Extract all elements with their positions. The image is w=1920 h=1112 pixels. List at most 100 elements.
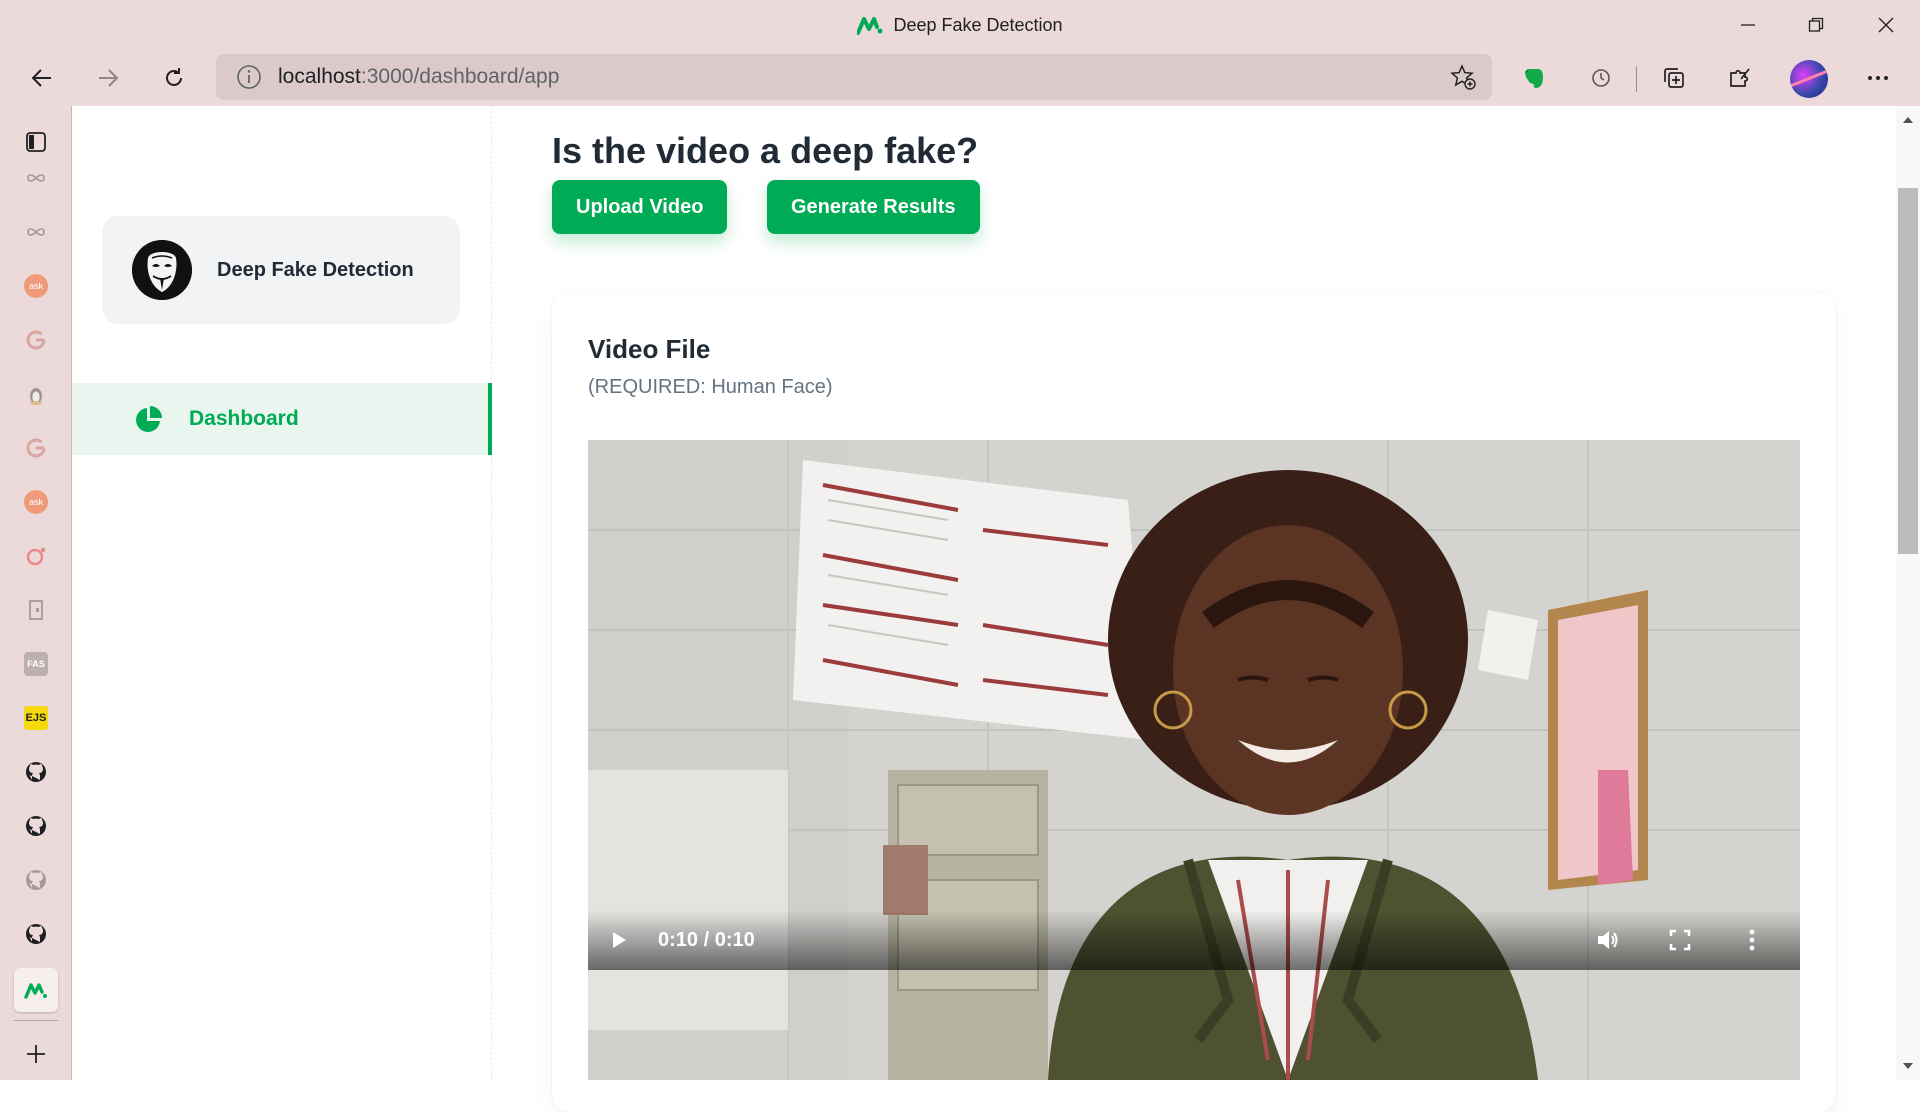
account-name: Deep Fake Detection bbox=[217, 258, 414, 281]
sidebar-tab-ejs[interactable]: EJS bbox=[14, 696, 58, 740]
favorites-add-icon[interactable] bbox=[1450, 64, 1476, 90]
github-icon bbox=[26, 816, 46, 836]
askfm-icon: ask bbox=[24, 490, 48, 514]
sidebar-tab-google[interactable] bbox=[14, 318, 58, 362]
restore-icon bbox=[1808, 17, 1824, 32]
forward-button[interactable] bbox=[88, 58, 128, 98]
extensions-button[interactable] bbox=[1724, 62, 1756, 94]
sidebar-tab-active-app[interactable] bbox=[14, 968, 58, 1012]
fullscreen-button[interactable] bbox=[1660, 920, 1700, 960]
sidebar-tab-linux[interactable] bbox=[14, 372, 58, 416]
collections-button[interactable] bbox=[1658, 62, 1690, 94]
card-subtitle: (REQUIRED: Human Face) bbox=[588, 376, 833, 398]
more-icon bbox=[1868, 76, 1888, 80]
ejs-icon: EJS bbox=[24, 706, 48, 730]
history-icon bbox=[1592, 69, 1610, 87]
account-avatar bbox=[132, 240, 192, 300]
card-title: Video File bbox=[588, 334, 711, 364]
nav-item-dashboard[interactable]: Dashboard bbox=[72, 383, 492, 455]
askfm-icon: ask bbox=[24, 274, 48, 298]
profile-avatar[interactable] bbox=[1790, 60, 1828, 98]
upload-video-button[interactable]: Upload Video bbox=[552, 180, 728, 234]
sidebar-tab-github-4[interactable] bbox=[14, 912, 58, 956]
minimize-icon bbox=[1741, 24, 1755, 26]
back-button[interactable] bbox=[22, 58, 62, 98]
mask-icon bbox=[132, 240, 192, 300]
collections-icon bbox=[1664, 68, 1684, 88]
sidebar-tab-document[interactable] bbox=[14, 588, 58, 632]
video-card: Video File (REQUIRED: Human Face) 0:10 /… bbox=[552, 292, 1836, 1112]
pie-chart-icon bbox=[136, 406, 162, 432]
github-icon bbox=[26, 762, 46, 782]
app-logo-icon bbox=[857, 17, 883, 35]
account-card[interactable]: Deep Fake Detection bbox=[102, 216, 460, 324]
evernote-icon bbox=[1525, 69, 1543, 88]
window-title-text: Deep Fake Detection bbox=[893, 14, 1063, 35]
opera-icon bbox=[26, 547, 46, 566]
more-button[interactable] bbox=[1862, 62, 1894, 94]
play-button[interactable] bbox=[598, 920, 638, 960]
more-vert-icon bbox=[1749, 929, 1755, 951]
chatgpt-icon bbox=[27, 174, 45, 182]
window-title: Deep Fake Detection bbox=[0, 0, 1920, 50]
sidebar-tab-opera[interactable] bbox=[14, 534, 58, 578]
browser-toolbar: localhost:3000/dashboard/app bbox=[0, 50, 1920, 106]
video-time: 0:10 / 0:10 bbox=[658, 928, 755, 951]
evernote-button[interactable] bbox=[1518, 62, 1550, 94]
google-icon bbox=[26, 438, 46, 458]
github-icon bbox=[26, 924, 46, 944]
sidebar-tab-chatgpt[interactable] bbox=[14, 156, 58, 200]
sidebar-separator bbox=[14, 1020, 58, 1021]
address-bar[interactable]: localhost:3000/dashboard/app bbox=[216, 54, 1492, 100]
page-scrollbar[interactable] bbox=[1896, 106, 1920, 1080]
sidebar-tab-askfm-2[interactable]: ask bbox=[14, 480, 58, 524]
scroll-up-icon[interactable] bbox=[1902, 114, 1914, 126]
extensions-icon bbox=[1730, 68, 1750, 87]
sidebar-tab-github-2[interactable] bbox=[14, 804, 58, 848]
sidebar-tab-github[interactable] bbox=[14, 750, 58, 794]
volume-button[interactable] bbox=[1588, 920, 1628, 960]
toolbar-separator bbox=[1636, 66, 1637, 92]
back-icon bbox=[31, 69, 51, 87]
fullscreen-icon bbox=[1669, 929, 1691, 951]
scrollbar-thumb[interactable] bbox=[1898, 188, 1918, 554]
sidebar-tab-askfm[interactable]: ask bbox=[14, 264, 58, 308]
app-viewport: Deep Fake Detection Dashboard Is the vid… bbox=[72, 106, 1920, 1112]
video-frame bbox=[588, 440, 1800, 1080]
app-icon bbox=[24, 983, 47, 999]
play-icon bbox=[613, 932, 626, 948]
sidebar-tab-google-2[interactable] bbox=[14, 426, 58, 470]
sidebar-tab-chatgpt-2[interactable] bbox=[14, 210, 58, 254]
google-icon bbox=[26, 330, 46, 350]
nav-item-label: Dashboard bbox=[189, 407, 299, 430]
url-text[interactable]: localhost:3000/dashboard/app bbox=[278, 65, 559, 89]
minimize-button[interactable] bbox=[1714, 0, 1782, 50]
sidebar-add-button[interactable] bbox=[14, 1032, 58, 1076]
video-player[interactable]: 0:10 / 0:10 bbox=[588, 440, 1800, 1080]
main-content: Is the video a deep fake? Upload Video G… bbox=[492, 106, 1900, 1112]
github-icon bbox=[26, 870, 46, 890]
browser-sidebar: ask ask FAS EJS bbox=[0, 106, 72, 1080]
generate-results-button[interactable]: Generate Results bbox=[767, 180, 980, 234]
video-controls: 0:10 / 0:10 bbox=[588, 910, 1800, 970]
volume-icon bbox=[1598, 931, 1618, 949]
forward-icon bbox=[99, 69, 119, 87]
video-more-button[interactable] bbox=[1732, 920, 1772, 960]
close-icon bbox=[1878, 17, 1894, 33]
url-path: :3000/dashboard/app bbox=[360, 65, 560, 88]
refresh-button[interactable] bbox=[154, 58, 194, 98]
plus-icon bbox=[27, 1045, 45, 1063]
restore-button[interactable] bbox=[1782, 0, 1850, 50]
sidebar-tab-github-3[interactable] bbox=[14, 858, 58, 902]
sidebar-tab-fas[interactable]: FAS bbox=[14, 642, 58, 686]
fas-icon: FAS bbox=[24, 652, 48, 676]
page-title: Is the video a deep fake? bbox=[552, 130, 979, 171]
close-button[interactable] bbox=[1852, 0, 1920, 50]
history-button[interactable] bbox=[1585, 62, 1617, 94]
refresh-icon bbox=[166, 68, 182, 86]
url-host: localhost bbox=[278, 65, 361, 88]
info-icon[interactable] bbox=[236, 64, 262, 90]
scroll-down-icon[interactable] bbox=[1902, 1060, 1914, 1072]
document-icon bbox=[29, 600, 43, 620]
chatgpt-icon bbox=[27, 228, 45, 236]
